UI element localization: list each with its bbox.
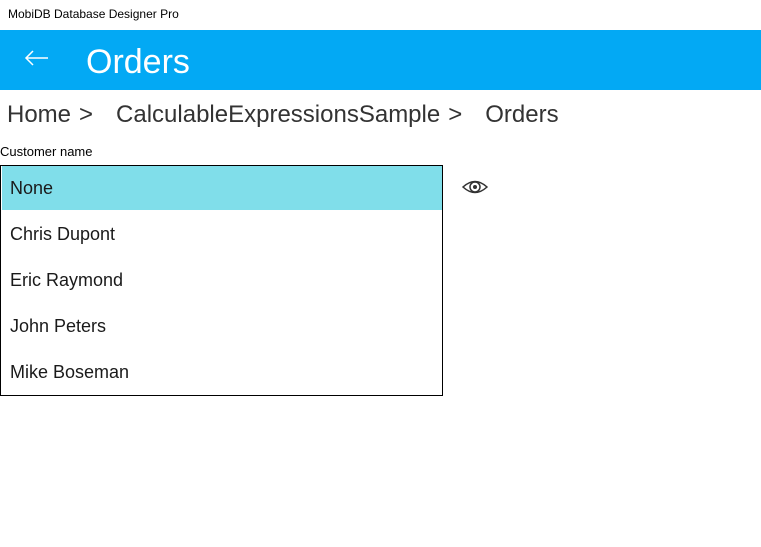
breadcrumb-calculable-expressions-sample[interactable]: CalculableExpressionsSample <box>116 101 440 129</box>
eye-icon <box>461 180 489 194</box>
option-mike-boseman[interactable]: Mike Boseman <box>2 350 442 394</box>
customer-name-dropdown[interactable]: None Chris Dupont Eric Raymond John Pete… <box>0 165 443 396</box>
page-header: Orders <box>0 30 761 90</box>
option-chris-dupont[interactable]: Chris Dupont <box>2 212 442 256</box>
page-title: Orders <box>86 43 190 81</box>
option-eric-raymond[interactable]: Eric Raymond <box>2 258 442 302</box>
title-bar: MobiDB Database Designer Pro <box>0 0 761 30</box>
breadcrumb-separator: > <box>79 101 94 128</box>
option-john-peters[interactable]: John Peters <box>2 304 442 348</box>
breadcrumb-orders: Orders <box>485 101 559 128</box>
breadcrumb-home[interactable]: Home <box>7 101 71 129</box>
view-record-button[interactable] <box>461 176 489 198</box>
app-title: MobiDB Database Designer Pro <box>8 7 179 21</box>
breadcrumb-separator: > <box>448 101 463 128</box>
back-arrow-icon <box>24 50 48 66</box>
customer-name-label: Customer name <box>0 144 93 159</box>
back-button[interactable] <box>18 42 56 74</box>
breadcrumb: Home > CalculableExpressionsSample > Orders <box>7 101 559 133</box>
option-none[interactable]: None <box>2 166 442 210</box>
